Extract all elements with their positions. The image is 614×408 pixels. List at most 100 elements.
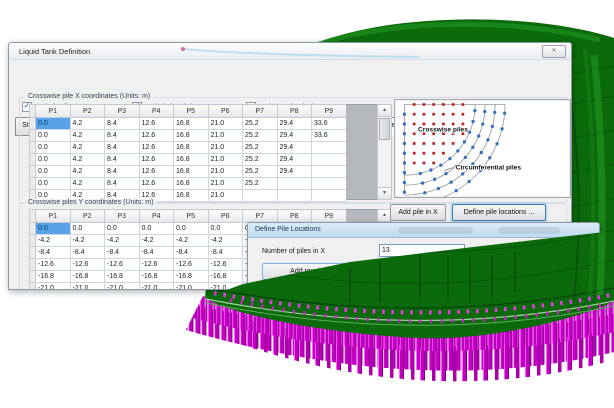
table-cell[interactable]: 21.0 xyxy=(208,178,243,190)
table-cell[interactable]: 25.2 xyxy=(243,166,278,178)
table-cell[interactable]: 16.8 xyxy=(174,154,209,166)
table-cell[interactable]: 16.8 xyxy=(174,166,209,178)
table-cell[interactable]: 29.4 xyxy=(277,130,312,142)
add-pile-in-x-button[interactable]: Add pile in X xyxy=(390,204,446,221)
table-cell[interactable] xyxy=(243,190,278,202)
table-cell[interactable] xyxy=(312,190,347,202)
table-cell[interactable]: 33.6 xyxy=(312,118,347,130)
table-cell[interactable]: -4.2 xyxy=(174,235,209,247)
table-cell[interactable]: -8.4 xyxy=(174,247,209,259)
table-cell[interactable]: 21.0 xyxy=(208,142,243,154)
table-cell[interactable]: 12.6 xyxy=(139,154,174,166)
scrollbar-thumb[interactable] xyxy=(379,118,390,140)
table-cell[interactable]: 16.8 xyxy=(174,178,209,190)
add-row-in-x-button[interactable]: Add row in X xyxy=(262,263,358,280)
table-cell[interactable]: 0.0 xyxy=(70,223,105,235)
table-cell[interactable]: 4.2 xyxy=(70,142,105,154)
number-of-piles-input[interactable] xyxy=(379,244,465,257)
table-cell[interactable]: 0.0 xyxy=(36,223,71,235)
scroll-up-icon[interactable]: ▲ xyxy=(378,105,391,117)
table-cell[interactable]: -21.0 xyxy=(70,283,105,291)
table-cell[interactable]: 16.8 xyxy=(174,142,209,154)
table-cell[interactable] xyxy=(312,154,347,166)
table-cell[interactable]: 29.4 xyxy=(277,154,312,166)
table-cell[interactable]: 8.4 xyxy=(105,142,140,154)
close-icon[interactable]: ✕ xyxy=(542,45,566,58)
table-cell[interactable]: 12.6 xyxy=(139,130,174,142)
table-cell[interactable]: 12.6 xyxy=(139,166,174,178)
table-cell[interactable] xyxy=(312,178,347,190)
table-cell[interactable]: 4.2 xyxy=(70,130,105,142)
table-cell[interactable]: 0.0 xyxy=(36,178,71,190)
table-cell[interactable]: 0.0 xyxy=(139,223,174,235)
table-cell[interactable]: 8.4 xyxy=(105,178,140,190)
table-cell[interactable]: 21.0 xyxy=(208,130,243,142)
table-cell[interactable]: 4.2 xyxy=(70,166,105,178)
scroll-down-icon[interactable]: ▼ xyxy=(378,187,391,199)
table-cell[interactable]: 4.2 xyxy=(70,178,105,190)
table-cell[interactable]: 0.0 xyxy=(36,142,71,154)
table-cell[interactable]: 25.2 xyxy=(243,142,278,154)
table-cell[interactable] xyxy=(277,190,312,202)
table-cell[interactable]: -8.4 xyxy=(70,247,105,259)
table-cell[interactable]: -16.8 xyxy=(139,271,174,283)
table-cell[interactable]: 4.2 xyxy=(70,118,105,130)
table-cell[interactable]: -4.2 xyxy=(139,235,174,247)
x-table-scrollbar[interactable]: ▲ ▼ xyxy=(377,104,392,200)
table-cell[interactable]: -8.4 xyxy=(208,247,243,259)
table-cell[interactable]: -21.0 xyxy=(174,283,209,291)
table-cell[interactable]: 0.0 xyxy=(36,118,71,130)
table-cell[interactable]: 33.6 xyxy=(312,130,347,142)
dialog-titlebar[interactable]: Liquid Tank Definition ✕ xyxy=(9,43,571,60)
table-cell[interactable]: 21.0 xyxy=(208,190,243,202)
table-cell[interactable]: 12.6 xyxy=(139,118,174,130)
table-cell[interactable]: -16.8 xyxy=(174,271,209,283)
table-cell[interactable]: -12.6 xyxy=(139,259,174,271)
table-cell[interactable]: 0.0 xyxy=(36,154,71,166)
table-cell[interactable]: 0.0 xyxy=(174,223,209,235)
table-cell[interactable]: -12.6 xyxy=(36,259,71,271)
table-cell[interactable]: 8.4 xyxy=(105,118,140,130)
table-cell[interactable]: 21.0 xyxy=(208,118,243,130)
table-cell[interactable]: -12.6 xyxy=(174,259,209,271)
table-cell[interactable] xyxy=(312,166,347,178)
table-cell[interactable]: 25.2 xyxy=(243,154,278,166)
table-cell[interactable]: 4.2 xyxy=(70,154,105,166)
table-cell[interactable]: 21.0 xyxy=(208,166,243,178)
table-cell[interactable]: -21.0 xyxy=(105,283,140,291)
table-cell[interactable]: -4.2 xyxy=(105,235,140,247)
table-cell[interactable]: 8.4 xyxy=(105,166,140,178)
table-cell[interactable]: 8.4 xyxy=(105,130,140,142)
table-cell[interactable]: -16.8 xyxy=(36,271,71,283)
table-cell[interactable]: 8.4 xyxy=(105,154,140,166)
table-cell[interactable]: -8.4 xyxy=(139,247,174,259)
table-cell[interactable]: -21.0 xyxy=(36,283,71,291)
table-cell[interactable]: 29.4 xyxy=(277,142,312,154)
table-cell[interactable]: -8.4 xyxy=(36,247,71,259)
table-cell[interactable]: 29.4 xyxy=(277,166,312,178)
table-cell[interactable]: 12.6 xyxy=(139,178,174,190)
table-cell[interactable]: -12.6 xyxy=(105,259,140,271)
table-cell[interactable]: 0.0 xyxy=(36,130,71,142)
table-cell[interactable]: 12.6 xyxy=(139,142,174,154)
table-cell[interactable] xyxy=(277,178,312,190)
table-cell[interactable]: -16.8 xyxy=(208,271,243,283)
table-cell[interactable]: -12.6 xyxy=(208,259,243,271)
table-cell[interactable]: 0.0 xyxy=(105,223,140,235)
table-cell[interactable]: -16.8 xyxy=(70,271,105,283)
table-cell[interactable]: 25.2 xyxy=(243,118,278,130)
table-cell[interactable]: -4.2 xyxy=(70,235,105,247)
pile-dialog-titlebar[interactable]: Define Pile Locations xyxy=(248,223,599,238)
table-cell[interactable]: -16.8 xyxy=(105,271,140,283)
table-cell[interactable]: -12.6 xyxy=(70,259,105,271)
table-cell[interactable]: -21.0 xyxy=(139,283,174,291)
define-pile-locations-button[interactable]: Define pile locations ... xyxy=(452,204,546,221)
table-cell[interactable]: -4.2 xyxy=(36,235,71,247)
table-cell[interactable]: 16.8 xyxy=(174,118,209,130)
table-cell[interactable]: 16.8 xyxy=(174,130,209,142)
table-cell[interactable]: 0.0 xyxy=(36,166,71,178)
table-cell[interactable]: -4.2 xyxy=(208,235,243,247)
table-cell[interactable] xyxy=(312,142,347,154)
table-cell[interactable]: -8.4 xyxy=(105,247,140,259)
table-cell[interactable]: 16.8 xyxy=(174,190,209,202)
